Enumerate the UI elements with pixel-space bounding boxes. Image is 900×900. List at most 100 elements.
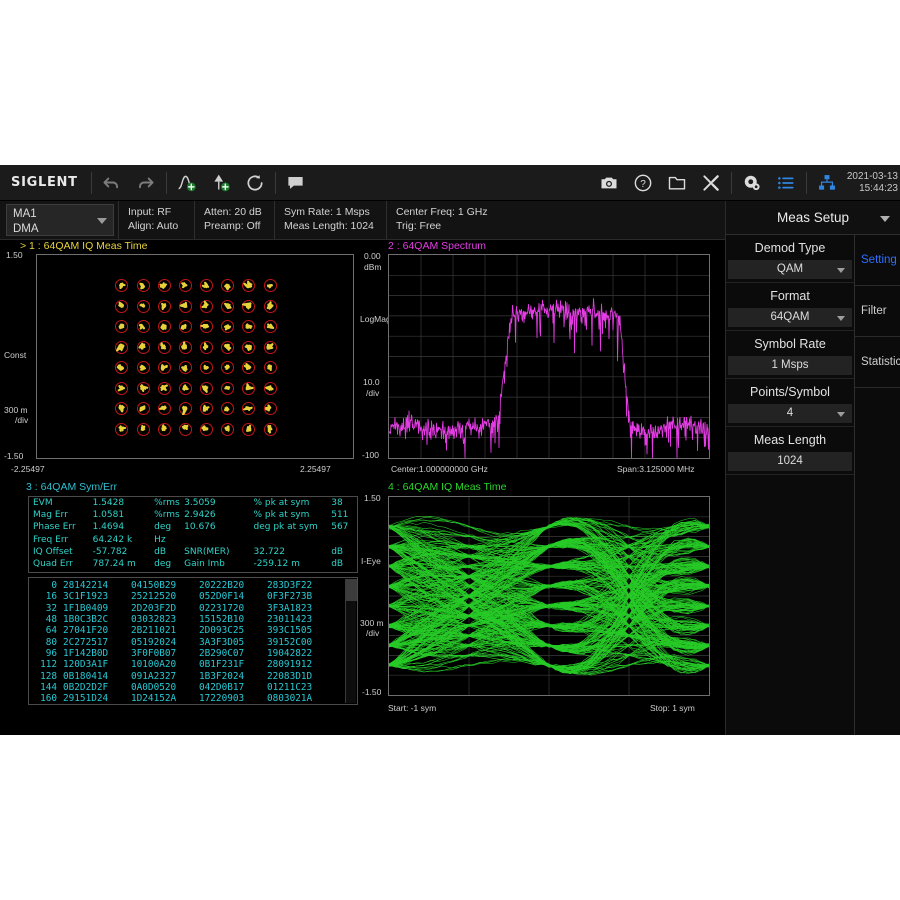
meas-length-value[interactable]: 1024 (728, 452, 852, 471)
constellation-symbol (158, 402, 171, 415)
constellation-symbol (179, 300, 192, 313)
hex-word: 17220903 (199, 693, 267, 704)
sym-err-row: Phase Err1.4694deg10.676deg pk at sym567 (29, 521, 357, 533)
channel-selector[interactable]: MA1 DMA (6, 204, 114, 236)
undo-icon[interactable] (95, 166, 129, 200)
constellation-symbol (264, 423, 277, 436)
hex-word: 2B290C07 (199, 648, 267, 659)
chevron-down-icon[interactable] (837, 316, 845, 321)
constellation-symbol (115, 320, 128, 333)
constellation-symbol (115, 300, 128, 313)
points-per-symbol-text: 4 (787, 407, 793, 419)
hex-row: 163C1F192325212520052D0F140F3F273B (29, 591, 345, 602)
hex-word: 1D24152A (131, 693, 199, 704)
trace2-ydiv: 10.0 (363, 377, 380, 387)
add-trace-icon[interactable] (170, 166, 204, 200)
siglent-logo: SIGLENT (0, 175, 88, 190)
hex-row: 1280B180414091A23271B3F202422083D1D (29, 671, 345, 682)
constellation-symbol (158, 382, 171, 395)
network-icon[interactable] (810, 166, 844, 200)
format-label: Format (726, 283, 854, 308)
constellation-symbol (221, 361, 234, 374)
hex-row: 6427041F202B2110212D093C25393C1505 (29, 625, 345, 636)
constellation-symbol (137, 300, 150, 313)
constellation-symbol (137, 361, 150, 374)
demod-type-value[interactable]: QAM (728, 260, 852, 279)
symrate-info: Sym Rate: 1 Msps Meas Length: 1024 (274, 201, 386, 239)
eye-diagram-plot[interactable] (388, 496, 710, 696)
constellation-symbol (137, 382, 150, 395)
hex-word: 22083D1D (267, 671, 335, 682)
constellation-symbol (221, 402, 234, 415)
pane-constellation[interactable]: > 1 : 64QAM IQ Meas Time 1.50 Const 300 … (4, 240, 356, 480)
file-icon[interactable] (660, 166, 694, 200)
pane-eye-diagram[interactable]: 4 : 64QAM IQ Meas Time 1.50 I-Eye 300 m … (360, 481, 720, 727)
sym-err-cell: %rms (150, 497, 180, 509)
constellation-symbol (242, 423, 255, 436)
constellation-symbol (221, 320, 234, 333)
hex-scrollbar-thumb[interactable] (346, 579, 357, 601)
pane-spectrum[interactable]: 2 : 64QAM Spectrum 0.00 dBm LogMag 10.0 … (360, 240, 720, 480)
field-demod-type: Demod Type QAM (726, 235, 854, 283)
settings-icon[interactable] (735, 166, 769, 200)
sidebar-title-bar[interactable]: Meas Setup (726, 201, 900, 235)
chevron-down-icon[interactable] (97, 218, 107, 224)
tab-setting[interactable]: Setting (855, 235, 900, 286)
tab-filter[interactable]: Filter (855, 286, 900, 337)
constellation-symbol (115, 279, 128, 292)
chevron-down-icon[interactable] (837, 268, 845, 273)
tools-icon[interactable] (694, 166, 728, 200)
sym-err-row: Mag Err1.0581%rms2.9426% pk at sym511 (29, 509, 357, 521)
hex-word: 0F3F273B (267, 591, 335, 602)
sym-err-cell: Quad Err (29, 558, 89, 570)
points-per-symbol-value[interactable]: 4 (728, 404, 852, 423)
constellation-symbol (137, 320, 150, 333)
hex-word: 0A0D0520 (131, 682, 199, 693)
hex-scrollbar[interactable] (345, 579, 356, 703)
hex-word: 091A2327 (131, 671, 199, 682)
list-icon[interactable] (769, 166, 803, 200)
restart-icon[interactable] (238, 166, 272, 200)
format-value[interactable]: 64QAM (728, 308, 852, 327)
hex-row-index: 64 (29, 625, 63, 636)
sym-err-cell: Phase Err (29, 521, 89, 533)
sym-err-table-body: EVM1.5428%rms3.5059% pk at sym38Mag Err1… (29, 497, 357, 570)
constellation-plot[interactable] (36, 254, 354, 459)
toolbar-divider (806, 172, 807, 194)
redo-icon[interactable] (129, 166, 163, 200)
tab-statistic[interactable]: Statistic (855, 337, 900, 388)
help-icon[interactable]: ? (626, 166, 660, 200)
constellation-symbol (264, 320, 277, 333)
symbol-rate-label: Symbol Rate (726, 331, 854, 356)
add-marker-icon[interactable] (204, 166, 238, 200)
constellation-symbol (200, 361, 213, 374)
hex-word: 01211C23 (267, 682, 335, 693)
sym-err-cell: -57.782 (89, 546, 151, 558)
spectrum-plot[interactable] (388, 254, 710, 459)
trace4-ydiv-unit: /div (366, 628, 379, 638)
hex-word: 1B3F2024 (199, 671, 267, 682)
toolbar-divider (275, 172, 276, 194)
symbol-rate-value[interactable]: 1 Msps (728, 356, 852, 375)
hex-row-index: 112 (29, 659, 63, 670)
constellation-symbol (179, 341, 192, 354)
hex-word: 0803021A (267, 693, 335, 704)
sym-err-cell: %rms (150, 509, 180, 521)
symbol-hex-table[interactable]: 02814221404150B2920222B20283D3F22163C1F1… (28, 577, 358, 705)
hex-word: 20222B20 (199, 580, 267, 591)
hex-word: 3F0F0B07 (131, 648, 199, 659)
trace1-ytop: 1.50 (6, 250, 23, 260)
hex-word: 1B0C3B2C (63, 614, 131, 625)
camera-icon[interactable] (592, 166, 626, 200)
hex-row: 321F1B04092D203F2D022317203F3A1823 (29, 603, 345, 614)
sym-err-cell: 1.0581 (89, 509, 151, 521)
freq-info: Center Freq: 1 GHz Trig: Free (386, 201, 496, 239)
hex-word: 1F1B0409 (63, 603, 131, 614)
trace4-xleft: Start: -1 sym (388, 703, 436, 713)
chevron-down-icon[interactable] (880, 216, 890, 222)
constellation-symbol (264, 279, 277, 292)
pane-sym-err[interactable]: 3 : 64QAM Sym/Err EVM1.5428%rms3.5059% p… (4, 481, 356, 727)
chevron-down-icon[interactable] (837, 412, 845, 417)
constellation-symbol (242, 300, 255, 313)
annotation-icon[interactable] (279, 166, 313, 200)
